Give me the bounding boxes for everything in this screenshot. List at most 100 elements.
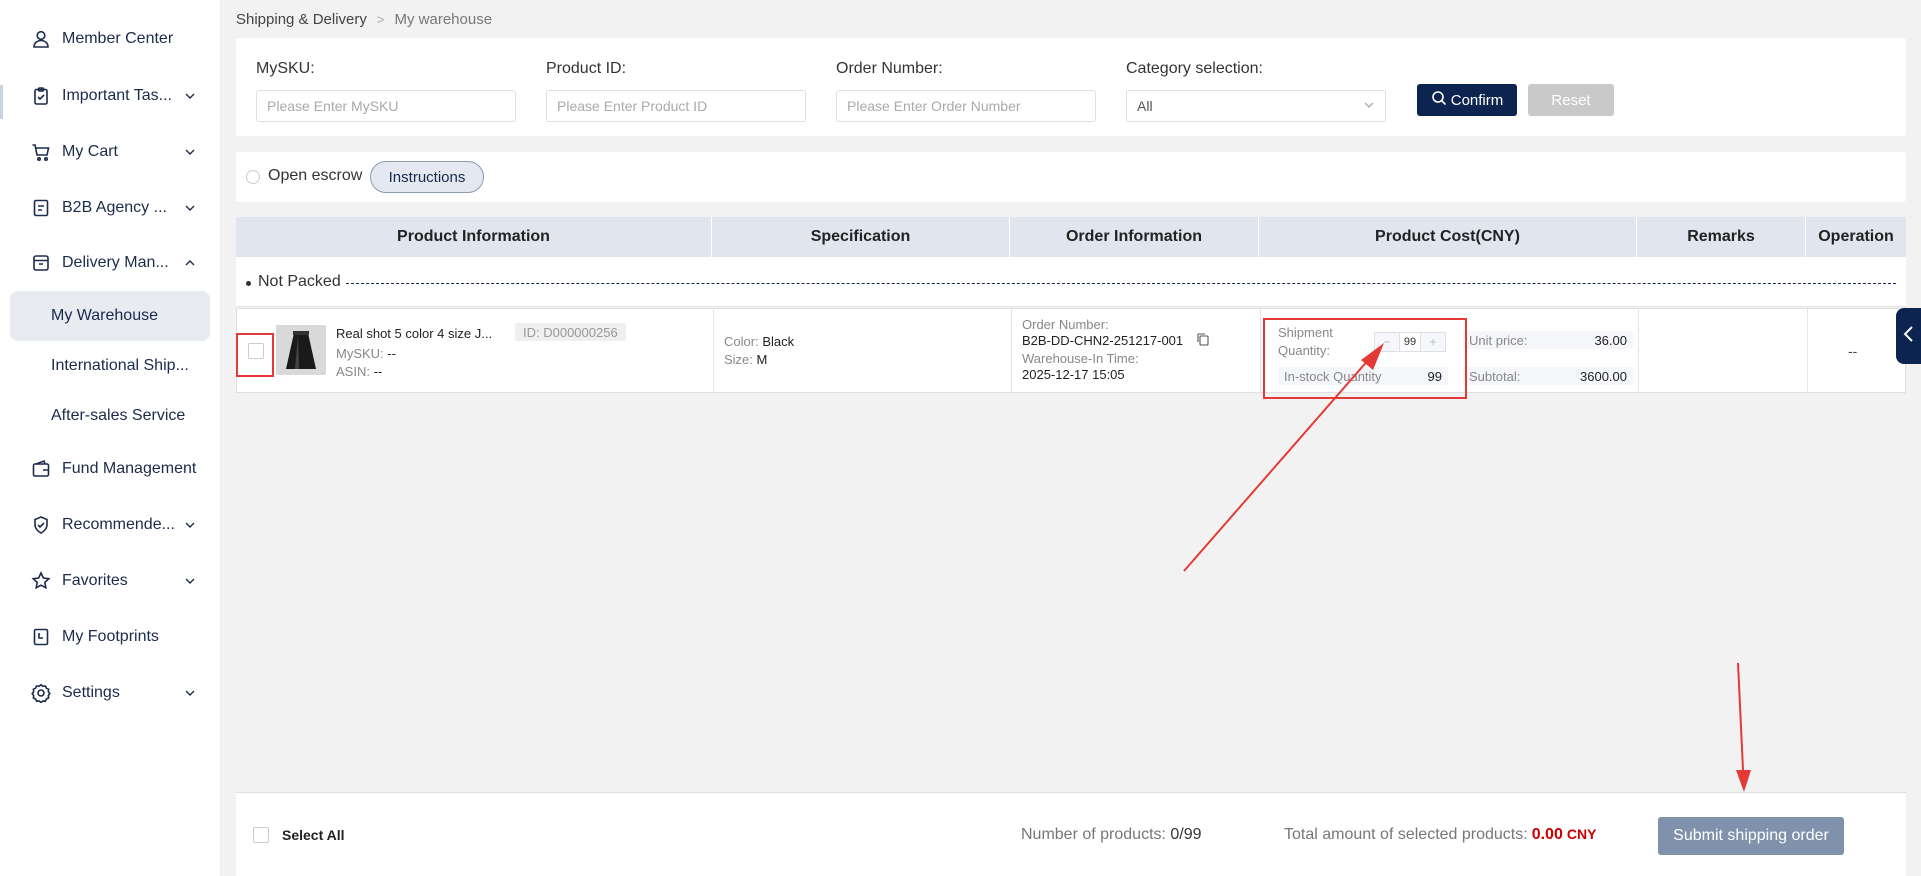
badge-icon xyxy=(30,514,52,536)
subtotal-label: Subtotal: xyxy=(1469,368,1521,384)
product-thumbnail[interactable] xyxy=(276,325,326,375)
product-count-label: Number of products: xyxy=(1021,826,1166,843)
mysku-filter: MySKU: xyxy=(256,60,516,122)
mysku-row-label: MySKU: xyxy=(336,346,384,361)
asin-row-value: -- xyxy=(373,364,383,379)
total-amount-value: 0.00 xyxy=(1531,826,1563,843)
product-count: Number of products: 0/99 xyxy=(1021,826,1202,844)
sidebar-item-label: Delivery Man... xyxy=(62,254,169,271)
group-row-not-packed: Not Packed xyxy=(236,257,1906,307)
dashed-divider xyxy=(346,283,1896,284)
copy-icon[interactable] xyxy=(1197,333,1209,351)
order-number-label: Order Number: xyxy=(836,60,943,77)
select-all-label[interactable]: Select All xyxy=(282,827,345,843)
sidebar-item-label: Recommende... xyxy=(62,516,175,533)
chevron-left-icon xyxy=(1902,325,1916,348)
sidebar-item-settings[interactable]: Settings xyxy=(12,668,210,718)
sidebar-item-label: My Cart xyxy=(62,143,118,160)
product-id-input[interactable] xyxy=(546,90,806,122)
category-select[interactable]: All xyxy=(1126,90,1386,122)
confirm-button[interactable]: Confirm xyxy=(1417,84,1517,116)
open-escrow-label[interactable]: Open escrow xyxy=(268,167,362,185)
product-id-label: Product ID: xyxy=(546,60,627,77)
chevron-down-icon xyxy=(182,144,198,160)
search-icon xyxy=(1431,90,1451,110)
product-name[interactable]: Real shot 5 color 4 size J... xyxy=(336,326,506,341)
order-number-row-label: Order Number: xyxy=(1022,317,1109,332)
column-header: Operation xyxy=(1818,228,1894,245)
breadcrumb-separator: > xyxy=(376,12,385,27)
order-number-value: B2B-DD-CHN2-251217-001 xyxy=(1022,333,1184,348)
sidebar-item-label: Member Center xyxy=(62,30,174,47)
category-filter: Category selection: All xyxy=(1126,60,1386,122)
bullet-dot xyxy=(246,281,251,286)
sidebar-item-important-tasks[interactable]: Important Tas... xyxy=(12,71,210,121)
product-id-filter: Product ID: xyxy=(546,60,806,122)
sidebar-item-recommended[interactable]: Recommende... xyxy=(12,500,210,550)
asin-row-label: ASIN: xyxy=(336,364,370,379)
escrow-bar: Open escrow Instructions xyxy=(236,152,1906,202)
instructions-button[interactable]: Instructions xyxy=(370,161,484,193)
submit-shipping-order-button[interactable]: Submit shipping order xyxy=(1658,817,1844,855)
column-header: Specification xyxy=(712,217,1010,257)
category-label: Category selection: xyxy=(1126,60,1263,77)
sidebar-item-delivery-management[interactable]: Delivery Man... xyxy=(12,238,210,288)
column-header: Product Information xyxy=(236,217,712,257)
sidebar-item-b2b-agency[interactable]: B2B Agency ... xyxy=(12,183,210,233)
chevron-down-icon xyxy=(182,517,198,533)
mysku-row-value: -- xyxy=(387,346,396,361)
sidebar-subitem-international-shipping[interactable]: International Ship... xyxy=(10,341,210,391)
highlight-box-row-checkbox xyxy=(236,333,274,377)
sidebar-item-label: Important Tas... xyxy=(62,87,172,104)
color-label: Color: xyxy=(724,334,759,349)
chevron-down-icon xyxy=(182,685,198,701)
table-row: Real shot 5 color 4 size J... ID: D00000… xyxy=(236,308,1906,393)
total-amount-label: Total amount of selected products: xyxy=(1284,826,1528,843)
size-value: M xyxy=(756,352,768,367)
subtotal-value: 3600.00 xyxy=(1580,368,1627,384)
sidebar-item-label: Settings xyxy=(62,684,120,701)
sidebar-subitem-my-warehouse[interactable]: My Warehouse xyxy=(10,291,210,341)
color-value: Black xyxy=(762,334,795,349)
chevron-down-icon xyxy=(182,573,198,589)
column-divider xyxy=(1638,309,1639,392)
select-all-checkbox[interactable] xyxy=(253,827,269,843)
product-id-tag: ID: D000000256 xyxy=(515,323,626,341)
breadcrumb-parent[interactable]: Shipping & Delivery xyxy=(236,11,367,28)
footer-bar: Select All Number of products: 0/99 Tota… xyxy=(236,792,1906,876)
order-number-input[interactable] xyxy=(836,90,1096,122)
chevron-down-icon xyxy=(182,200,198,216)
order-number-filter: Order Number: xyxy=(836,60,1096,122)
gear-icon xyxy=(30,682,52,704)
warehouse-in-time: 2025-12-17 15:05 xyxy=(1022,367,1125,382)
table-header: Product Information Specification Order … xyxy=(236,217,1906,257)
sidebar-edge-marker xyxy=(0,85,3,119)
open-escrow-radio[interactable] xyxy=(246,170,260,184)
column-header: Remarks xyxy=(1637,217,1806,257)
category-select-value: All xyxy=(1137,98,1153,114)
document-icon xyxy=(30,197,52,219)
sidebar-item-my-cart[interactable]: My Cart xyxy=(12,127,210,177)
sidebar-item-fund-management[interactable]: Fund Management xyxy=(12,444,210,494)
mysku-input[interactable] xyxy=(256,90,516,122)
user-icon xyxy=(30,28,52,50)
warehouse-in-label: Warehouse-In Time: xyxy=(1022,351,1139,366)
unit-price-value: 36.00 xyxy=(1594,332,1627,348)
unit-price-label: Unit price: xyxy=(1469,332,1528,348)
sidebar-item-my-footprints[interactable]: My Footprints xyxy=(12,612,210,662)
cart-icon xyxy=(30,141,52,163)
sidebar-subitem-after-sales[interactable]: After-sales Service xyxy=(10,391,210,441)
subtotal: Subtotal: 3600.00 xyxy=(1463,367,1633,385)
product-count-value: 0/99 xyxy=(1170,826,1202,843)
clipboard-icon xyxy=(30,85,52,107)
column-header: Product Cost(CNY) xyxy=(1259,217,1637,257)
collapse-panel-tab[interactable] xyxy=(1896,308,1921,364)
column-divider xyxy=(1807,309,1808,392)
sidebar-item-member-center[interactable]: Member Center xyxy=(12,14,210,64)
column-divider xyxy=(713,309,714,392)
sidebar-item-favorites[interactable]: Favorites xyxy=(12,556,210,606)
star-icon xyxy=(30,570,52,592)
group-label: Not Packed xyxy=(258,273,341,290)
reset-button[interactable]: Reset xyxy=(1528,84,1614,116)
sidebar-item-label: Favorites xyxy=(62,572,128,589)
